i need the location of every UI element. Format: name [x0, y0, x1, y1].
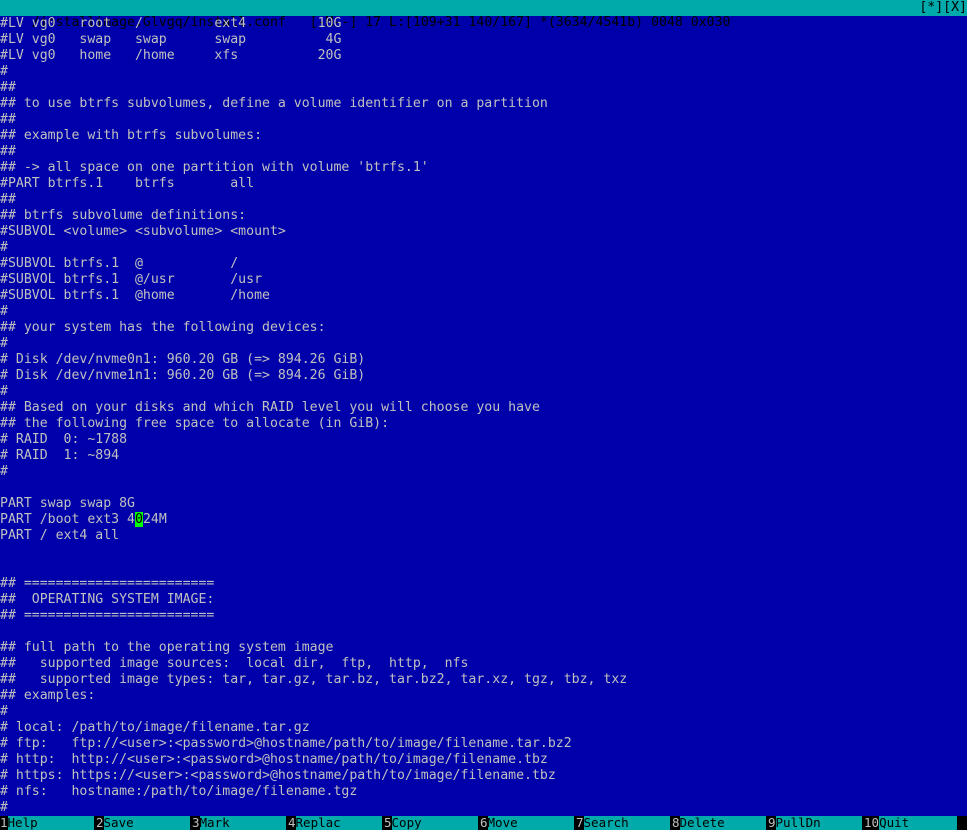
editor-line: #SUBVOL btrfs.1 @ / — [0, 256, 239, 271]
editor-line: ## ======================== — [0, 608, 215, 623]
editor-line: # RAID 0: ~1788 — [0, 432, 128, 447]
editor-line: # — [0, 800, 8, 815]
window-controls[interactable]: [*][X] — [919, 0, 967, 15]
fkey-label: Quit — [879, 816, 958, 830]
editor-line: ## examples: — [0, 688, 96, 703]
fkey-label: Search — [583, 816, 670, 830]
fkey-mark[interactable]: 3Mark — [192, 816, 286, 830]
fkey-label: Mark — [199, 816, 286, 830]
fkey-label: Copy — [391, 816, 478, 830]
fkey-number: 10 — [864, 816, 880, 830]
fkey-number: 4 — [288, 816, 296, 830]
editor-line: #SUBVOL btrfs.1 @/usr /usr — [0, 272, 263, 287]
fkey-help[interactable]: 1Help — [0, 816, 94, 830]
editor-line: #SUBVOL <volume> <subvolume> <mount> — [0, 224, 286, 239]
fkey-number: 6 — [480, 816, 488, 830]
editor-line: # — [0, 64, 8, 79]
editor-line: # — [0, 384, 8, 399]
editor-line: #LV vg0 swap swap swap 4G — [0, 32, 342, 47]
editor-line: #SUBVOL btrfs.1 @home /home — [0, 288, 270, 303]
text-cursor: 0 — [134, 512, 143, 527]
fkey-label: Replac — [295, 816, 382, 830]
editor-line: #LV vg0 root / ext4 10G — [0, 16, 342, 31]
editor-line: # Disk /dev/nvme0n1: 960.20 GB (=> 894.2… — [0, 352, 366, 367]
editor-line: ## — [0, 112, 16, 127]
editor-line: ## btrfs subvolume definitions: — [0, 208, 247, 223]
fkey-move[interactable]: 6Move — [480, 816, 574, 830]
fkey-label: Delete — [679, 816, 766, 830]
editor-line: # — [0, 464, 8, 479]
cursor-line-before: PART /boot ext3 4 — [0, 512, 135, 527]
editor-line: # local: /path/to/image/filename.tar.gz — [0, 720, 310, 735]
fkey-label: PullDn — [775, 816, 862, 830]
fkey-number: 3 — [192, 816, 200, 830]
cursor-line-after: 24M — [142, 512, 167, 527]
fkey-label: Help — [7, 816, 94, 830]
editor-line: ## — [0, 192, 16, 207]
editor-line: #LV vg0 home /home xfs 20G — [0, 48, 342, 63]
fkey-delete[interactable]: 8Delete — [672, 816, 766, 830]
editor-line-cursor: PART /boot ext3 4024M — [0, 512, 967, 528]
editor-line: PART swap swap 8G — [0, 496, 135, 511]
editor-line: # nfs: hostname:/path/to/image/filename.… — [0, 784, 358, 799]
editor-line: ## to use btrfs subvolumes, define a vol… — [0, 96, 548, 111]
editor-line: # — [0, 304, 8, 319]
fkey-quit[interactable]: 10Quit — [864, 816, 958, 830]
editor-line: #PART btrfs.1 btrfs all — [0, 176, 255, 191]
editor-line: # ftp: ftp://<user>:<password>@hostname/… — [0, 736, 572, 751]
editor-line: ## -> all space on one partition with vo… — [0, 160, 429, 175]
editor-line: ## ======================== — [0, 576, 215, 591]
editor-line: ## OPERATING SYSTEM IMAGE: — [0, 592, 215, 607]
editor-line: ## supported image sources: local dir, f… — [0, 656, 469, 671]
editor-line: ## example with btrfs subvolumes: — [0, 128, 263, 143]
fkey-label: Save — [103, 816, 190, 830]
editor-line: ## full path to the operating system ima… — [0, 640, 334, 655]
editor-line: ## — [0, 80, 16, 95]
fkey-label: Move — [487, 816, 574, 830]
editor-line: ## the following free space to allocate … — [0, 416, 390, 431]
editor-line: ## — [0, 144, 16, 159]
status-bar: /installimage.Glvgq/install.conf [-M--] … — [0, 0, 967, 30]
editor-line: # Disk /dev/nvme1n1: 960.20 GB (=> 894.2… — [0, 368, 366, 383]
fkey-pulldn[interactable]: 9PullDn — [768, 816, 862, 830]
editor-line: # — [0, 240, 8, 255]
function-key-bar: 1Help 2Save 3Mark 4Replac 5Copy 6Move 7Search 8… — [0, 816, 967, 830]
editor-line: ## supported image types: tar, tar.gz, t… — [0, 672, 628, 687]
fkey-number: 2 — [96, 816, 104, 830]
fkey-number: 7 — [576, 816, 584, 830]
fkey-number: 1 — [0, 816, 8, 830]
fkey-search[interactable]: 7Search — [576, 816, 670, 830]
editor-line: # RAID 1: ~894 — [0, 448, 120, 463]
editor-line: PART / ext4 all — [0, 528, 120, 543]
editor-line: ## Based on your disks and which RAID le… — [0, 400, 540, 415]
fkey-save[interactable]: 2Save — [96, 816, 190, 830]
fkey-number: 9 — [768, 816, 776, 830]
editor-line: # — [0, 336, 8, 351]
editor-line: # http: http://<user>:<password>@hostnam… — [0, 752, 548, 767]
editor-text-area[interactable]: #LV vg0 root / ext4 10G #LV vg0 swap swap… — [0, 16, 967, 816]
fkey-number: 5 — [384, 816, 392, 830]
editor-line: # — [0, 704, 8, 719]
fkey-replac[interactable]: 4Replac — [288, 816, 382, 830]
fkey-copy[interactable]: 5Copy — [384, 816, 478, 830]
fkey-number: 8 — [672, 816, 680, 830]
editor-line: # https: https://<user>:<password>@hostn… — [0, 768, 556, 783]
editor-line: ## your system has the following devices… — [0, 320, 326, 335]
